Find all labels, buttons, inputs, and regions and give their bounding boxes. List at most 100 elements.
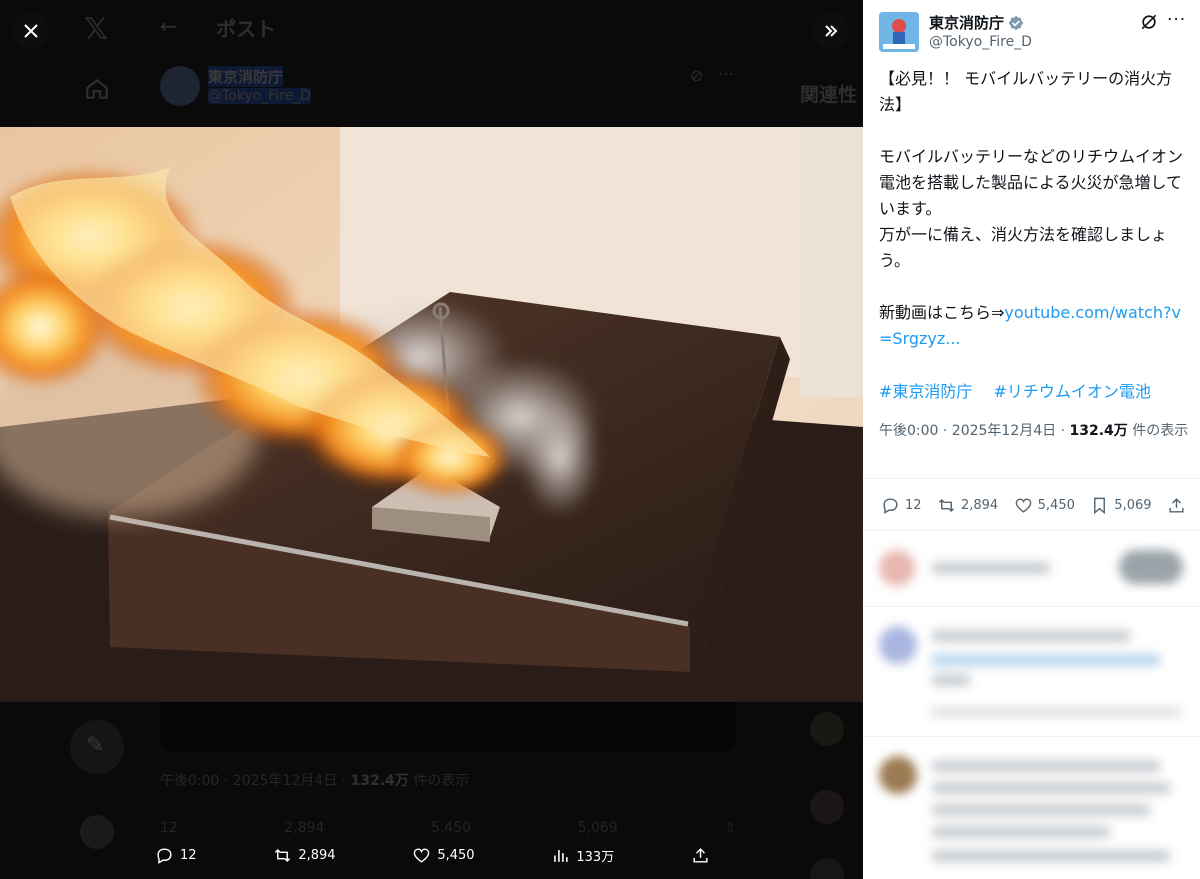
reply-line: [931, 804, 1151, 816]
back-icon: ←: [160, 14, 177, 38]
more-options-icon[interactable]: ···: [1167, 10, 1186, 30]
reply-placeholder: [931, 562, 1051, 574]
expand-button[interactable]: [813, 13, 849, 49]
repost-count: 2,894: [960, 497, 999, 513]
author-name: 東京消防庁: [929, 14, 1005, 32]
reply-icon: [157, 847, 172, 864]
viewer-action-bar: 12 2,894 5,450 133万: [155, 840, 710, 870]
close-icon: [24, 24, 38, 38]
background-page-title: ポスト: [216, 17, 276, 41]
post-panel: 東京消防庁 @Tokyo_Fire_D ··· 【必見！！ モバイルバッテリーの…: [863, 0, 1200, 879]
background-replies: 12: [160, 820, 178, 836]
viewer-like-button[interactable]: 5,450: [412, 846, 475, 865]
post-timestamp[interactable]: 午後0:00 · 2025年12月4日 ·: [879, 423, 1070, 439]
post-text: 【必見！！ モバイルバッテリーの消火方法】 モバイルバッテリーなどのリチウムイオ…: [879, 66, 1189, 352]
user-avatar: [879, 550, 915, 586]
viewer-repost-button[interactable]: 2,894: [273, 846, 336, 865]
reply-line: [931, 674, 971, 686]
fire-photo-illustration: [0, 127, 863, 702]
background-meta: 午後0:00 · 2025年12月4日 · 132.4万 件の表示: [160, 773, 470, 789]
post-link-prefix: 新動画はこちら⇒: [879, 303, 1005, 322]
share-button[interactable]: [1167, 496, 1186, 515]
viewer-like-count: 5,450: [437, 847, 475, 863]
views-chart-icon: [554, 849, 568, 862]
viewer-view-count: 133万: [576, 849, 615, 865]
post-views-label: 件の表示: [1127, 423, 1189, 439]
repost-icon: [275, 848, 291, 862]
viewer-share-button[interactable]: [691, 846, 710, 865]
bookmark-count: 5,069: [1114, 497, 1152, 513]
divider: [863, 530, 1200, 531]
feather-icon: ✎: [86, 733, 105, 758]
background-card: [160, 700, 736, 752]
close-button[interactable]: [13, 13, 49, 49]
divider: [863, 736, 1200, 737]
like-count: 5,450: [1037, 497, 1075, 513]
divider: [863, 478, 1200, 479]
reply-line: [931, 826, 1111, 838]
background-bookmarks: 5,069: [577, 820, 618, 836]
post-action-bar: 12 2,894 5,450 5,069: [881, 494, 1186, 516]
reply-line: [931, 654, 1161, 666]
verified-badge-icon: [1008, 15, 1024, 30]
reply-button[interactable]: 12: [881, 496, 922, 515]
viewer-views-button[interactable]: 133万: [551, 846, 614, 865]
reply-icon: [883, 497, 898, 514]
media-viewer: 𝕏 ✎ ← ポスト 東京消防庁 @Tokyo_Fire_D ⊘ ⋯ 関連性 午後…: [0, 0, 863, 879]
like-button[interactable]: 5,450: [1014, 496, 1075, 515]
background-suggestion-avatar: [810, 790, 844, 824]
repost-button[interactable]: 2,894: [937, 496, 998, 515]
share-icon: [693, 847, 708, 863]
hashtags: #東京消防庁 #リチウムイオン電池: [879, 378, 1167, 402]
background-suggestion-avatar: [810, 712, 844, 746]
x-logo-icon: 𝕏: [84, 12, 109, 47]
reply-avatar: [879, 626, 917, 664]
heart-icon: [1015, 497, 1031, 513]
author-handle[interactable]: @Tokyo_Fire_D: [929, 34, 1032, 50]
double-chevron-right-icon: [825, 25, 838, 37]
repost-icon: [938, 498, 955, 512]
hashtag-link[interactable]: #リチウムイオン電池: [994, 382, 1151, 401]
post-meta: 午後0:00 · 2025年12月4日 · 132.4万 件の表示: [879, 420, 1189, 442]
divider: [863, 606, 1200, 607]
post-views-count: 132.4万: [1069, 423, 1128, 439]
post-text-title: 【必見！！ モバイルバッテリーの消火方法】: [879, 69, 1173, 114]
fire-department-logo-icon: [879, 12, 919, 52]
reply-line: [931, 850, 1171, 862]
reply-submit-button[interactable]: [1119, 550, 1183, 584]
reply-composer[interactable]: [879, 548, 1189, 588]
reply-item[interactable]: [879, 622, 1189, 722]
reply-header: [931, 760, 1161, 772]
share-icon: [1169, 497, 1184, 513]
post-text-body: モバイルバッテリーなどのリチウムイオン電池を搭載した製品による火災が急増していま…: [879, 147, 1184, 270]
reply-actions: [931, 708, 1181, 716]
reply-line: [931, 782, 1171, 794]
account-avatar: [80, 815, 114, 849]
home-icon: [86, 78, 108, 99]
reply-header: [931, 630, 1131, 642]
reply-item[interactable]: [879, 752, 1189, 872]
reply-count: 12: [905, 497, 922, 513]
hashtag-link[interactable]: #東京消防庁: [879, 382, 972, 401]
viewer-reply-count: 12: [180, 847, 197, 863]
background-actions: 12 2,894 5,450 5,069 ⇧: [160, 820, 736, 836]
background-likes: 5,450: [430, 820, 472, 836]
grok-icon[interactable]: [1139, 12, 1159, 32]
author-name-row[interactable]: 東京消防庁: [929, 12, 1024, 33]
reply-avatar: [879, 756, 917, 794]
background-section-title: 関連性: [800, 84, 858, 106]
background-suggestion-avatar: [810, 858, 844, 879]
background-more-icon: ⋯: [718, 64, 734, 83]
heart-icon: [414, 847, 430, 863]
post-photo[interactable]: [0, 127, 863, 702]
author-avatar[interactable]: [879, 12, 919, 52]
viewer-reply-button[interactable]: 12: [155, 846, 197, 865]
compose-button: ✎: [70, 720, 124, 774]
bookmark-button[interactable]: 5,069: [1090, 496, 1152, 515]
background-author-name: 東京消防庁: [208, 66, 284, 87]
bookmark-icon: [1094, 497, 1106, 514]
background-author-avatar: [160, 66, 200, 106]
background-author-handle: @Tokyo_Fire_D: [208, 88, 311, 104]
background-share-icon: ⇧: [724, 820, 736, 836]
background-reposts: 2,894: [284, 820, 325, 836]
